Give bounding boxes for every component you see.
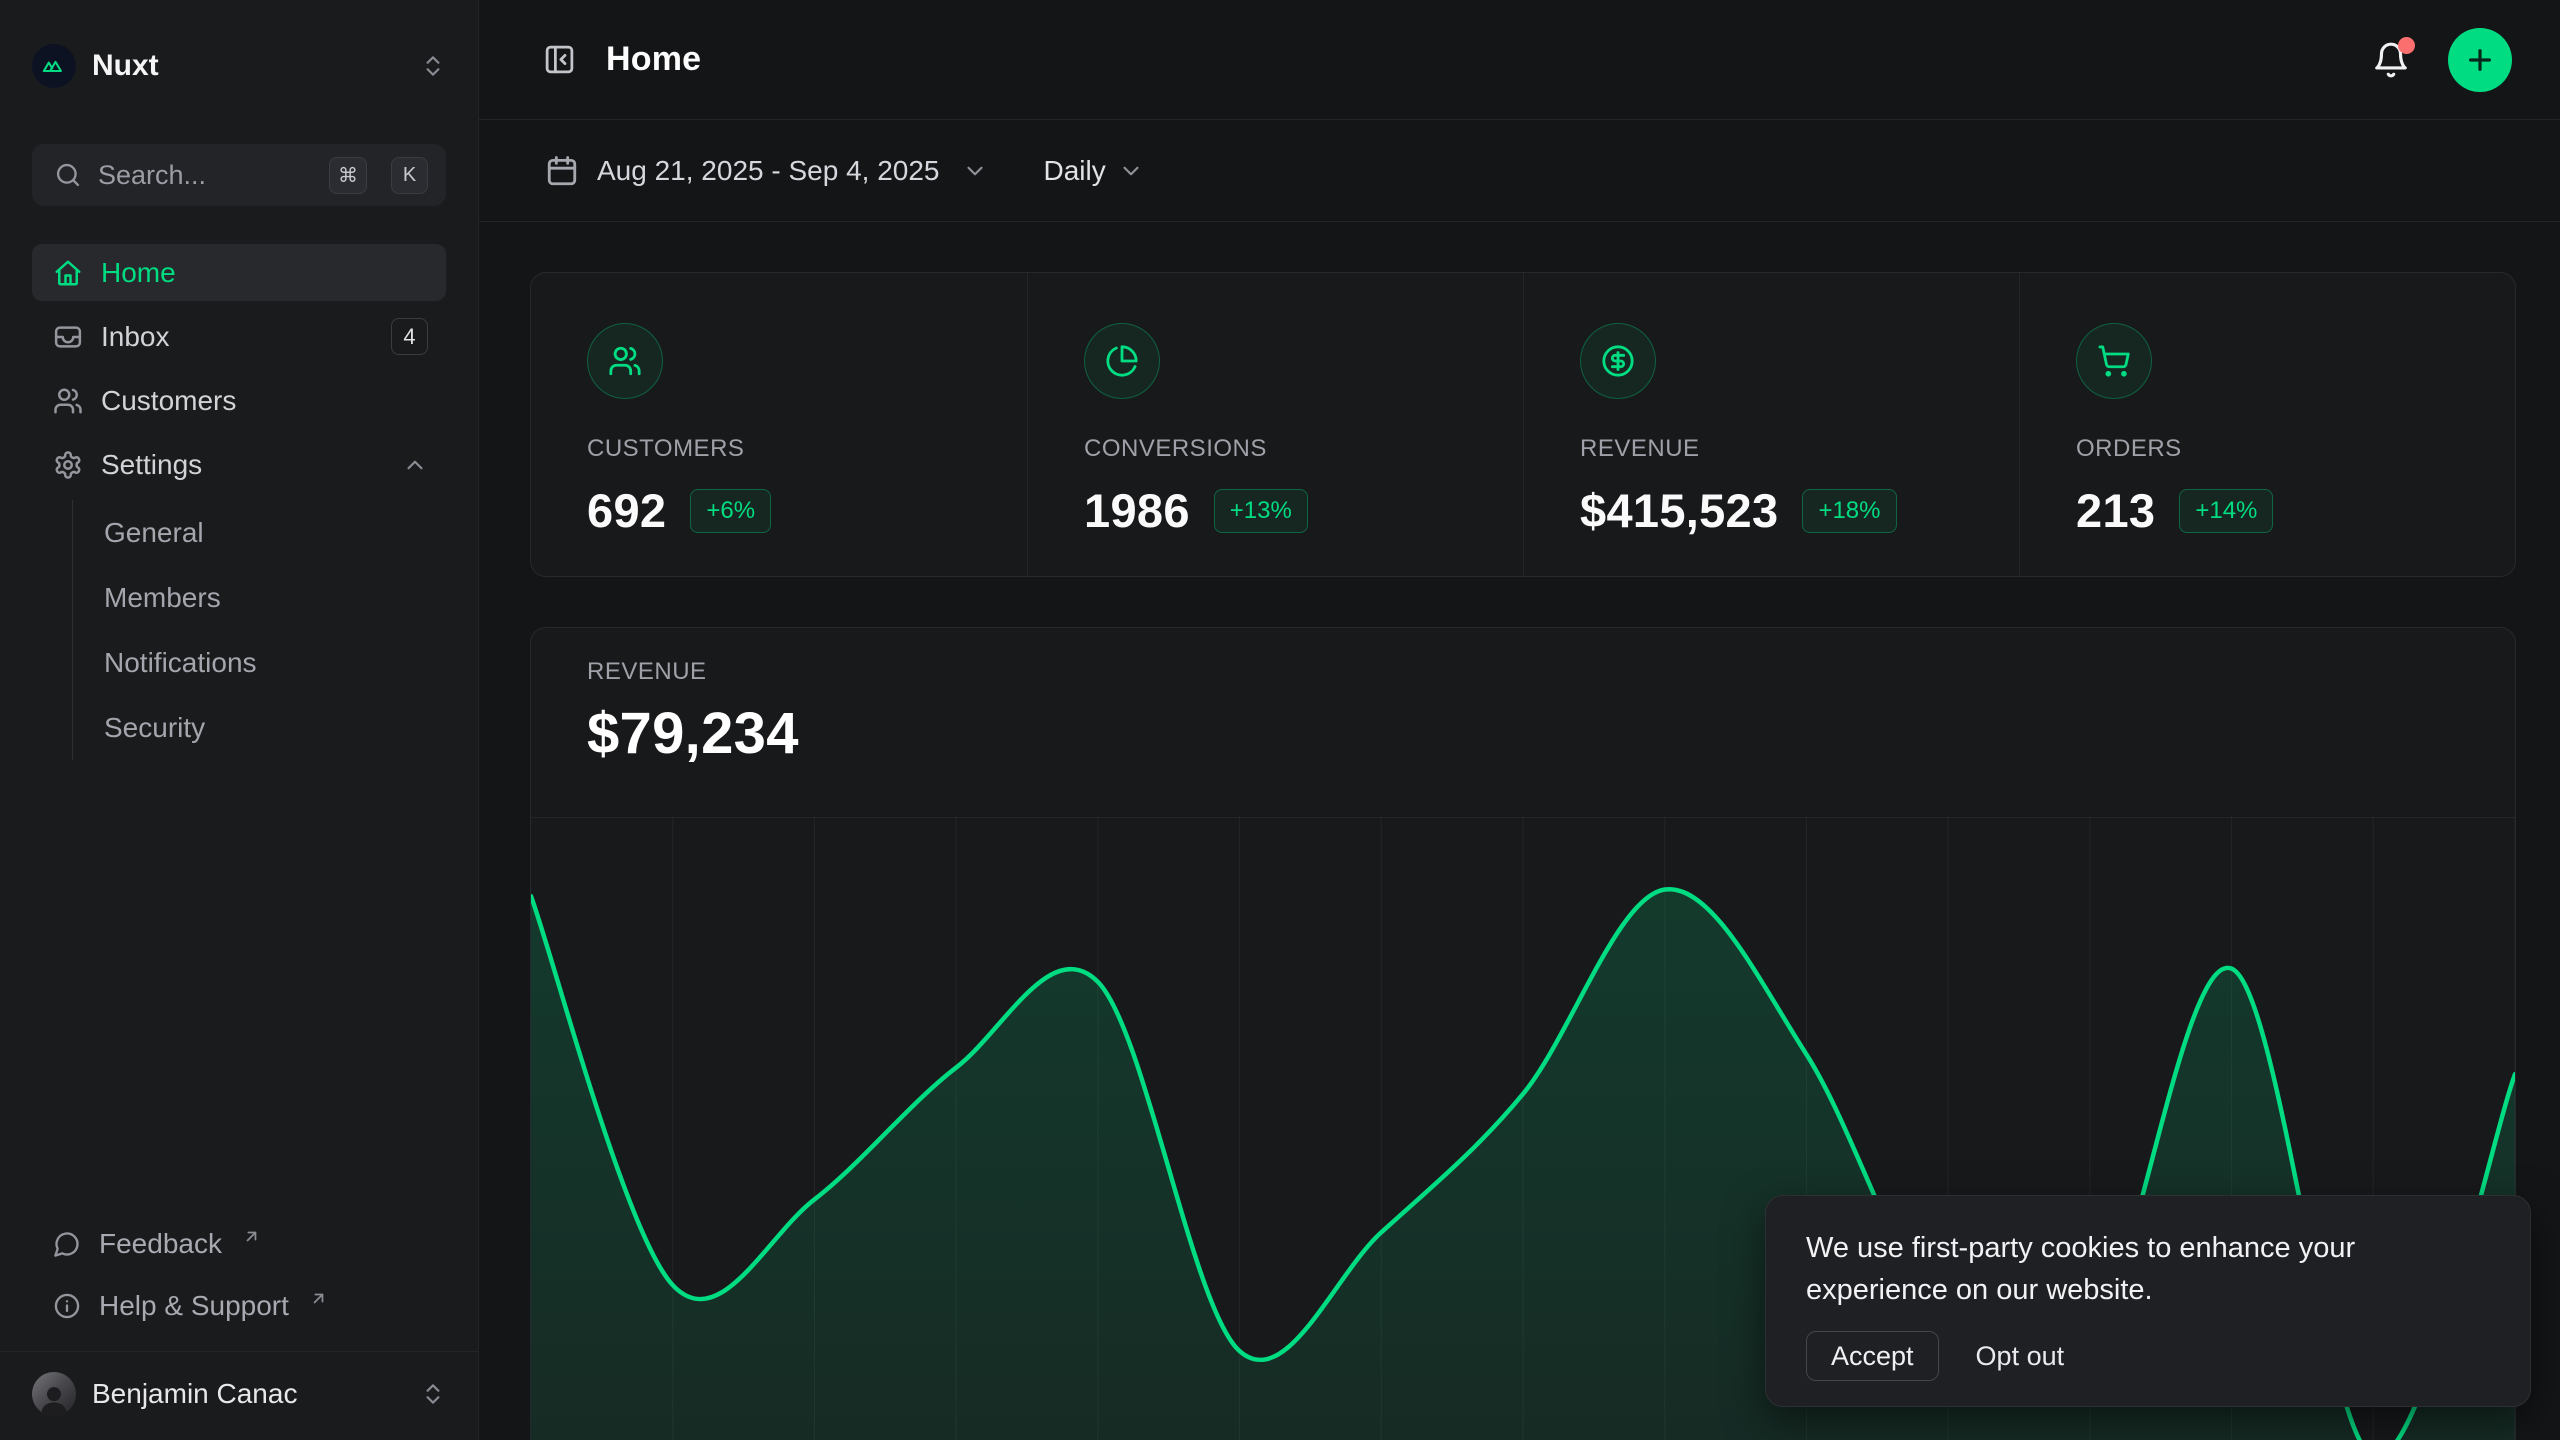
sidebar-spacer [32, 760, 446, 1213]
revenue-chart-label: REVENUE [587, 658, 2515, 686]
users-icon [53, 386, 83, 416]
stat-orders[interactable]: ORDERS 213 +14% [2019, 273, 2515, 576]
search-icon [54, 161, 82, 189]
toolbar: Aug 21, 2025 - Sep 4, 2025 Daily [479, 120, 2560, 222]
sidebar-item-inbox[interactable]: Inbox 4 [32, 308, 446, 365]
feedback-label: Feedback [99, 1228, 222, 1260]
avatar [32, 1372, 76, 1416]
subnav-label: Notifications [104, 647, 257, 679]
date-range-value: Aug 21, 2025 - Sep 4, 2025 [597, 155, 940, 187]
sidebar-item-label: Home [101, 257, 428, 289]
revenue-chart-value: $79,234 [587, 700, 2515, 767]
sidebar-item-members[interactable]: Members [104, 565, 446, 630]
stat-label: CONVERSIONS [1084, 435, 1523, 463]
settings-gear-icon [53, 450, 83, 480]
chevron-down-icon [1118, 158, 1144, 184]
revenue-chart-header: REVENUE $79,234 [531, 628, 2515, 817]
stat-delta-badge: +14% [2179, 489, 2273, 533]
shopping-cart-icon [2076, 323, 2152, 399]
cookie-banner: We use first-party cookies to enhance yo… [1765, 1195, 2531, 1407]
stat-value: 692 [587, 483, 666, 538]
sidebar-item-customers[interactable]: Customers [32, 372, 446, 429]
message-circle-icon [53, 1230, 81, 1258]
external-link-icon [309, 1289, 328, 1308]
accept-cookies-button[interactable]: Accept [1806, 1331, 1939, 1381]
workspace-name: Nuxt [92, 49, 404, 83]
pie-chart-icon [1084, 323, 1160, 399]
help-support-link[interactable]: Help & Support [32, 1275, 446, 1337]
sidebar-item-general[interactable]: General [104, 500, 446, 565]
notifications-button[interactable] [2372, 41, 2410, 79]
workspace-switcher[interactable]: Nuxt [12, 38, 446, 94]
stat-customers[interactable]: CUSTOMERS 692 +6% [531, 273, 1027, 576]
settings-subnav: General Members Notifications Security [72, 500, 446, 760]
subnav-label: Members [104, 582, 221, 614]
sidebar-item-security[interactable]: Security [104, 695, 446, 760]
stat-delta-badge: +18% [1802, 489, 1896, 533]
sidebar-item-label: Inbox [101, 321, 373, 353]
kbd-command: ⌘ [329, 157, 367, 194]
optout-cookies-button[interactable]: Opt out [1976, 1341, 2065, 1372]
user-name: Benjamin Canac [92, 1378, 404, 1410]
user-menu[interactable]: Benjamin Canac [12, 1362, 446, 1426]
add-button[interactable] [2448, 28, 2512, 92]
search-placeholder: Search... [98, 160, 307, 191]
feedback-link[interactable]: Feedback [32, 1213, 446, 1275]
sidebar-item-label: Settings [101, 449, 384, 481]
stats-card: CUSTOMERS 692 +6% CONVERSIONS 1986 +13% [530, 272, 2516, 577]
chevrons-up-down-icon [420, 1381, 446, 1407]
users-stat-icon [587, 323, 663, 399]
panel-left-close-icon [543, 43, 576, 76]
header-actions [2372, 28, 2512, 92]
inbox-icon [53, 322, 83, 352]
subnav-label: General [104, 517, 204, 549]
sidebar-divider [0, 1351, 478, 1352]
chevron-up-icon [402, 452, 428, 478]
sidebar-nav: Home Inbox 4 Customers Settings Ge [32, 244, 446, 760]
stat-value: 213 [2076, 483, 2155, 538]
stat-conversions[interactable]: CONVERSIONS 1986 +13% [1027, 273, 1523, 576]
inbox-count-badge: 4 [391, 318, 428, 355]
calendar-icon [545, 154, 579, 188]
info-icon [53, 1292, 81, 1320]
chevrons-up-down-icon [420, 53, 446, 79]
subnav-label: Security [104, 712, 205, 744]
granularity-value: Daily [1044, 155, 1106, 187]
stat-label: REVENUE [1580, 435, 2019, 463]
help-support-label: Help & Support [99, 1290, 289, 1322]
stat-label: ORDERS [2076, 435, 2515, 463]
cookie-message-line2: experience on our website. [1806, 1269, 2490, 1311]
date-range-picker[interactable]: Aug 21, 2025 - Sep 4, 2025 [545, 154, 988, 188]
sidebar-item-label: Customers [101, 385, 428, 417]
stat-delta-badge: +13% [1214, 489, 1308, 533]
sidebar: Nuxt Search... ⌘ K Home Inbox 4 [0, 0, 479, 1440]
collapse-sidebar-button[interactable] [543, 43, 576, 76]
plus-icon [2464, 44, 2496, 76]
page-title: Home [606, 40, 701, 79]
notification-dot [2398, 37, 2415, 54]
nuxt-logo-icon [32, 44, 76, 88]
dollar-circle-icon [1580, 323, 1656, 399]
external-link-icon [242, 1227, 261, 1246]
sidebar-item-home[interactable]: Home [32, 244, 446, 301]
stat-delta-badge: +6% [690, 489, 771, 533]
home-icon [53, 258, 83, 288]
stat-value: 1986 [1084, 483, 1190, 538]
stat-label: CUSTOMERS [587, 435, 1027, 463]
sidebar-item-settings[interactable]: Settings [32, 436, 446, 493]
stat-value: $415,523 [1580, 483, 1778, 538]
sidebar-item-notifications[interactable]: Notifications [104, 630, 446, 695]
kbd-k: K [391, 157, 428, 194]
stat-revenue[interactable]: REVENUE $415,523 +18% [1523, 273, 2019, 576]
search-input[interactable]: Search... ⌘ K [32, 144, 446, 206]
cookie-message-line1: We use first-party cookies to enhance yo… [1806, 1227, 2490, 1269]
main-header: Home [479, 0, 2560, 120]
granularity-select[interactable]: Daily [1044, 155, 1144, 187]
chevron-down-icon [962, 158, 988, 184]
